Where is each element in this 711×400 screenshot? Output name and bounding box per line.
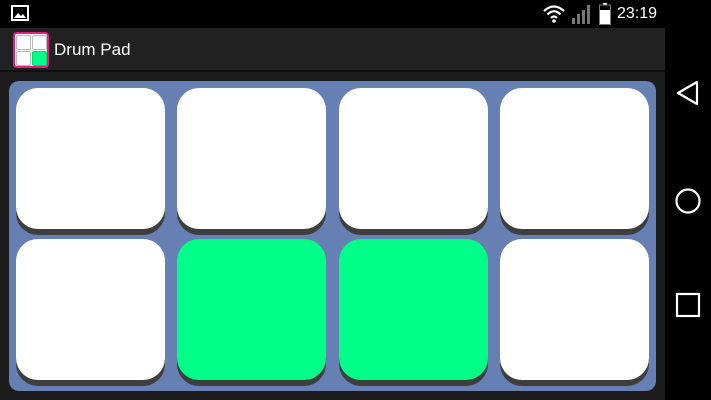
navigation-bar	[665, 0, 711, 400]
drum-pad-2[interactable]	[177, 88, 326, 229]
status-icons: 23:19	[543, 0, 657, 28]
pad-grid	[9, 81, 656, 391]
recents-icon	[675, 292, 701, 318]
home-icon	[675, 188, 701, 214]
recents-button[interactable]	[665, 282, 711, 328]
drum-pad-8[interactable]	[500, 239, 649, 380]
drum-pad-3[interactable]	[339, 88, 488, 229]
drum-pad-4[interactable]	[500, 88, 649, 229]
drum-pad-app-icon[interactable]	[13, 32, 49, 68]
app-icon-cell	[16, 35, 31, 50]
app-icon-cell	[16, 51, 31, 66]
gallery-icon	[11, 5, 29, 21]
drum-pad-1[interactable]	[16, 88, 165, 229]
signal-icon	[571, 5, 590, 24]
status-time: 23:19	[616, 5, 657, 22]
back-icon	[676, 80, 699, 106]
app-screen: 23:19 Drum Pad	[0, 0, 665, 400]
drum-pad-7[interactable]	[339, 239, 488, 380]
battery-icon	[598, 3, 611, 25]
drum-pad-6[interactable]	[177, 239, 326, 380]
back-button[interactable]	[665, 70, 711, 116]
app-title: Drum Pad	[54, 40, 131, 59]
action-bar: Drum Pad	[0, 28, 665, 72]
wifi-icon	[543, 5, 565, 23]
status-bar: 23:19	[0, 0, 665, 28]
app-icon-cell	[32, 35, 47, 50]
drum-pad-5[interactable]	[16, 239, 165, 380]
home-button[interactable]	[665, 178, 711, 224]
app-icon-cell-active	[32, 51, 47, 66]
